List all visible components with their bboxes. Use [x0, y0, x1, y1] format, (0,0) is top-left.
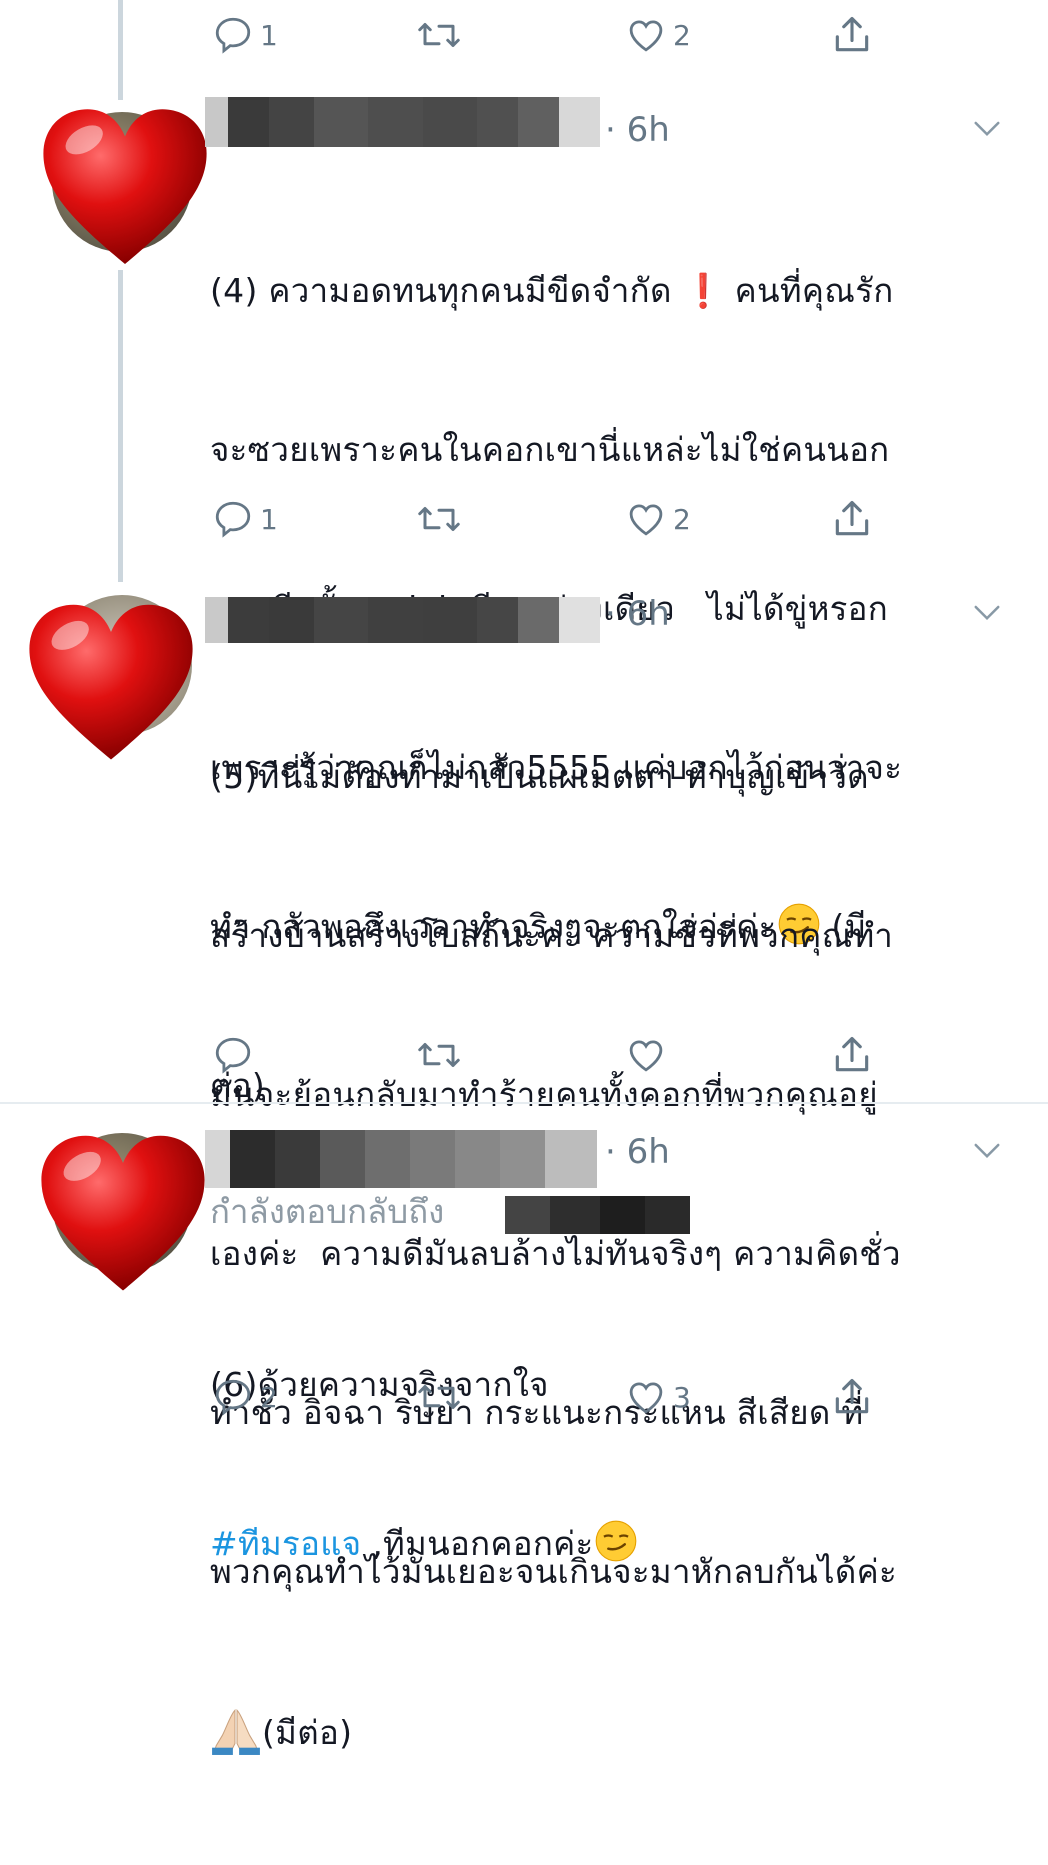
reply-button[interactable]: 2: [212, 1372, 278, 1422]
retweet-button[interactable]: [416, 10, 462, 60]
tweet-time[interactable]: · 6h: [605, 110, 670, 150]
username-blurred[interactable]: [205, 1130, 597, 1188]
tweet-line: สร้างบ้านสร้างโบสถ์นะคะ ความชั่วที่พวกคุ…: [210, 916, 894, 955]
retweet-icon: [418, 1385, 460, 1409]
like-icon: [629, 504, 663, 536]
reply-icon: [215, 17, 251, 54]
username-blurred[interactable]: [205, 597, 600, 643]
retweet-button[interactable]: [416, 1372, 462, 1422]
tweet-divider: [0, 1102, 1048, 1104]
tweet-line: (5)ทีนี่ไม่ต้องทำมาเป็นแผ่เมตตา ทำบุญเข้…: [210, 757, 869, 796]
tweet-actions: [0, 1030, 1048, 1080]
tweet-actions: 2 3: [0, 1372, 1048, 1422]
like-button[interactable]: [625, 1030, 667, 1080]
share-icon: [835, 16, 869, 52]
retweet-icon: [418, 23, 460, 47]
tweet-actions: 1 2: [0, 494, 1048, 544]
username-blurred[interactable]: [205, 97, 600, 147]
tweet-line: ,ทีมนอกคอกค่ะ: [361, 1524, 594, 1563]
reply-button[interactable]: 1: [212, 494, 278, 544]
tweet-line: จะซวยเพราะคนในคอกเขานี่แหล่ะไม่ใช่คนนอก: [210, 430, 890, 469]
exclamation-emoji: ❗: [682, 271, 724, 310]
replying-to-text: กำลังตอบกลับถึง: [210, 1192, 445, 1231]
tweet-line: คนที่คุณรัก: [723, 271, 894, 310]
reply-count: 2: [260, 1380, 278, 1414]
share-button[interactable]: [830, 1372, 874, 1422]
retweet-button[interactable]: [416, 494, 462, 544]
retweet-button[interactable]: [416, 1030, 462, 1080]
like-button[interactable]: 2: [625, 494, 691, 544]
chevron-down-icon[interactable]: [972, 113, 1002, 143]
like-count: 2: [673, 502, 691, 536]
tweet-time[interactable]: · 6h: [605, 594, 670, 634]
retweet-icon: [418, 507, 460, 531]
tweet-time[interactable]: · 6h: [605, 1132, 670, 1172]
replying-to-label: กำลังตอบกลับถึง: [210, 1192, 444, 1232]
like-icon: [629, 1040, 663, 1072]
reply-icon: [215, 501, 251, 538]
like-icon: [629, 1382, 663, 1414]
like-icon: [629, 20, 663, 52]
reply-icon: [215, 1379, 251, 1416]
reply-count: 1: [260, 502, 278, 536]
tweet-text: (6)ด้วยความจริงจากใจ #ทีมรอแจ ,ทีมนอกคอก…: [210, 1252, 1010, 1676]
tweet-line: (มีต่อ): [262, 1713, 353, 1752]
pray-emoji-icon: [212, 1708, 260, 1755]
like-count: 3: [673, 1380, 691, 1414]
share-button[interactable]: [830, 10, 874, 60]
like-count: 2: [673, 18, 691, 52]
share-icon: [835, 1036, 869, 1072]
share-button[interactable]: [830, 1030, 874, 1080]
share-button[interactable]: [830, 494, 874, 544]
tweet-actions-top: 1 2: [0, 10, 1048, 60]
retweet-icon: [418, 1043, 460, 1067]
tweet-line: (4) ความอดทนทุกคนมีขีดจำกัด: [210, 271, 683, 310]
heart-sticker-icon: [43, 109, 207, 264]
hashtag-link[interactable]: #ทีมรอแจ: [210, 1524, 361, 1563]
reply-button[interactable]: [212, 1030, 254, 1080]
like-button[interactable]: 3: [625, 1372, 691, 1422]
reply-count: 1: [260, 18, 278, 52]
share-icon: [835, 1378, 869, 1414]
heart-sticker-icon: [41, 1135, 205, 1291]
reply-icon: [215, 1037, 251, 1074]
reply-target-blurred[interactable]: [505, 1196, 690, 1234]
reply-button[interactable]: 1: [212, 10, 278, 60]
chevron-down-icon[interactable]: [972, 597, 1002, 627]
heart-sticker-icon: [29, 604, 193, 760]
like-button[interactable]: 2: [625, 10, 691, 60]
chevron-down-icon[interactable]: [972, 1135, 1002, 1165]
share-icon: [835, 500, 869, 536]
smirk-emoji-icon: [595, 1520, 636, 1562]
